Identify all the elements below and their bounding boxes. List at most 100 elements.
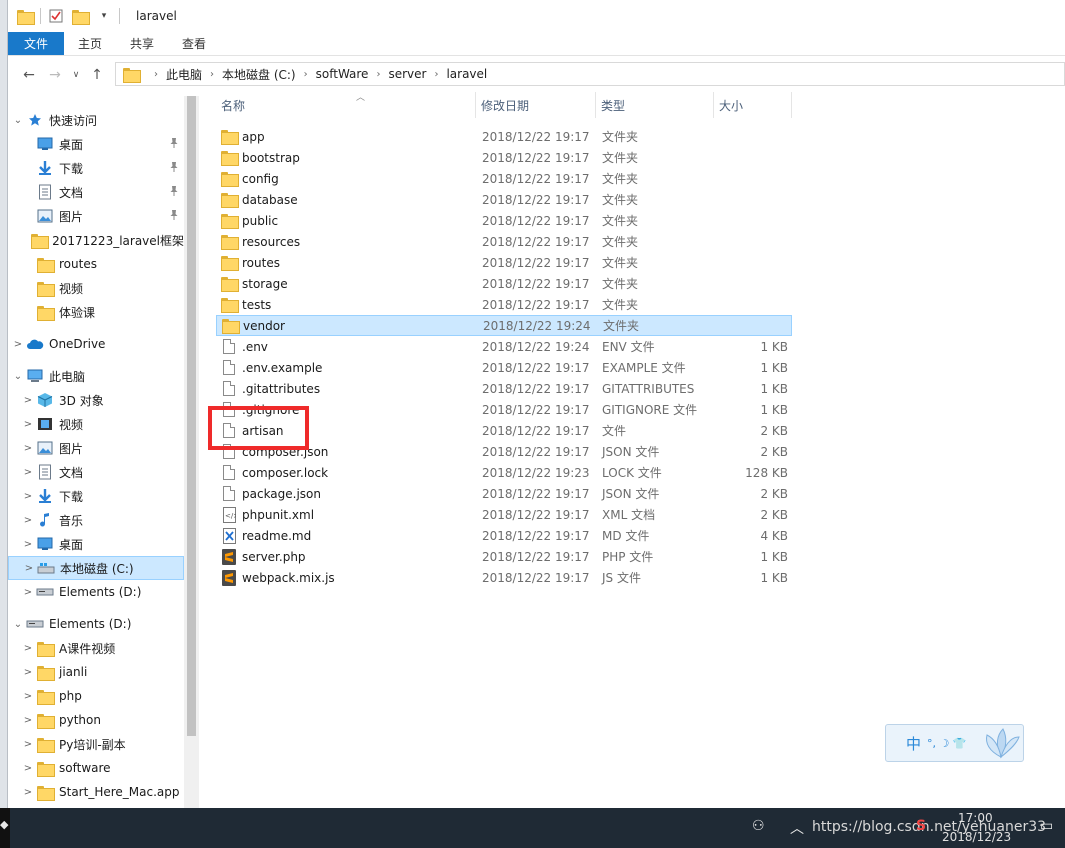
sidebar-item[interactable]: > 桌面 [8, 532, 184, 556]
expand-right-icon[interactable]: > [20, 395, 36, 406]
file-row[interactable]: .env 2018/12/22 19:24 ENV 文件 1 KB [216, 336, 792, 357]
expand-down-icon[interactable]: ⌄ [10, 115, 26, 126]
breadcrumb-this-pc[interactable]: 此电脑 [166, 66, 202, 83]
expand-right-icon[interactable]: > [20, 419, 36, 430]
sidebar-item[interactable]: > 视频 [8, 412, 184, 436]
pin-icon[interactable] [168, 137, 180, 149]
expand-right-icon[interactable]: > [20, 539, 36, 550]
file-row[interactable]: bootstrap 2018/12/22 19:17 文件夹 [216, 147, 792, 168]
customize-dropdown-icon[interactable]: ▾ [95, 7, 113, 25]
sidebar-item[interactable]: > php [8, 684, 184, 708]
expand-right-icon[interactable]: > [20, 691, 36, 702]
expand-right-icon[interactable]: > [20, 715, 36, 726]
file-row[interactable]: app 2018/12/22 19:17 文件夹 [216, 126, 792, 147]
sidebar-item[interactable]: > 音乐 [8, 508, 184, 532]
file-row[interactable]: public 2018/12/22 19:17 文件夹 [216, 210, 792, 231]
sidebar-item[interactable]: ⌄ 此电脑 [8, 364, 184, 388]
file-row[interactable]: tests 2018/12/22 19:17 文件夹 [216, 294, 792, 315]
back-arrow-icon[interactable]: ← [18, 64, 40, 86]
sidebar-item[interactable]: > 图片 [8, 436, 184, 460]
sidebar-item[interactable]: 图片 [8, 204, 184, 228]
sidebar-item[interactable]: > python [8, 708, 184, 732]
column-header-name[interactable]: 名称 [216, 92, 476, 118]
file-row[interactable]: .env.example 2018/12/22 19:17 EXAMPLE 文件 1 … [216, 357, 792, 378]
sidebar-item[interactable]: 桌面 [8, 132, 184, 156]
expand-right-icon[interactable]: > [20, 587, 36, 598]
expand-right-icon[interactable]: > [20, 787, 36, 798]
file-row[interactable]: server.php 2018/12/22 19:17 PHP 文件 1 KB [216, 546, 792, 567]
forward-arrow-icon[interactable]: → [44, 64, 66, 86]
file-row[interactable]: vendor 2018/12/22 19:24 文件夹 [216, 315, 792, 336]
expand-right-icon[interactable]: > [10, 339, 26, 350]
breadcrumb-laravel[interactable]: laravel [446, 67, 487, 81]
sidebar-item[interactable]: > A课件视频 [8, 636, 184, 660]
sidebar-item[interactable]: 文档 [8, 180, 184, 204]
new-folder-icon[interactable] [71, 7, 90, 25]
expand-right-icon[interactable]: > [20, 739, 36, 750]
sidebar-item[interactable]: > Elements (D:) [8, 580, 184, 604]
file-row[interactable]: .gitattributes 2018/12/22 19:17 GITATTRIBU… [216, 378, 792, 399]
sidebar-item[interactable]: > OneDrive [8, 332, 184, 356]
sidebar-item[interactable]: > 文档 [8, 460, 184, 484]
file-row[interactable]: package.json 2018/12/22 19:17 JSON 文件 2 KB [216, 483, 792, 504]
sidebar-item[interactable]: > jianli [8, 660, 184, 684]
pin-icon[interactable] [168, 209, 180, 221]
column-header-size[interactable]: 大小 [714, 92, 792, 118]
expand-right-icon[interactable]: > [20, 763, 36, 774]
expand-right-icon[interactable]: > [20, 443, 36, 454]
recent-locations-icon[interactable]: ∨ [70, 64, 82, 86]
address-bar[interactable]: › 此电脑 › 本地磁盘 (C:) › softWare › server › … [115, 62, 1065, 86]
scrollbar-thumb[interactable] [187, 96, 196, 736]
tab-view[interactable]: 查看 [168, 32, 220, 55]
properties-icon[interactable] [47, 7, 65, 25]
sidebar-item[interactable]: > 本地磁盘 (C:) [8, 556, 184, 580]
sogou-ime-icon[interactable]: S [916, 818, 926, 834]
ime-symbols[interactable]: °, ☽ 👕 [927, 737, 967, 750]
pin-icon[interactable] [168, 185, 180, 197]
sidebar-item[interactable]: > Py培训-副本 [8, 732, 184, 756]
pin-icon[interactable] [168, 161, 180, 173]
sidebar-item[interactable]: > software [8, 756, 184, 780]
people-icon[interactable]: ⚇ [752, 818, 765, 834]
up-arrow-icon[interactable]: ↑ [86, 64, 108, 86]
file-row[interactable]: resources 2018/12/22 19:17 文件夹 [216, 231, 792, 252]
expand-right-icon[interactable]: > [20, 667, 36, 678]
expand-right-icon[interactable]: > [20, 491, 36, 502]
file-row[interactable]: webpack.mix.js 2018/12/22 19:17 JS 文件 1 KB [216, 567, 792, 588]
expand-right-icon[interactable]: > [20, 515, 36, 526]
file-row[interactable]: </> phpunit.xml 2018/12/22 19:17 XML 文档 2 KB [216, 504, 792, 525]
show-hidden-icons-icon[interactable]: ︿ [790, 818, 804, 838]
breadcrumb-local-disk-c[interactable]: 本地磁盘 (C:) [222, 66, 296, 83]
sidebar-item[interactable]: routes [8, 252, 184, 276]
sidebar-item[interactable]: ⌄ Elements (D:) [8, 612, 184, 636]
ime-toolbar[interactable]: 中 °, ☽ 👕 [885, 724, 1024, 762]
sidebar-item[interactable]: 20171223_laravel框架 [8, 228, 184, 252]
file-row[interactable]: routes 2018/12/22 19:17 文件夹 [216, 252, 792, 273]
expand-down-icon[interactable]: ⌄ [10, 371, 26, 382]
expand-down-icon[interactable]: ⌄ [10, 619, 26, 630]
tab-share[interactable]: 共享 [116, 32, 168, 55]
sidebar-item[interactable]: >3D 对象 [8, 388, 184, 412]
sidebar-item[interactable]: 视频 [8, 276, 184, 300]
notification-icon[interactable]: ▭ [1040, 818, 1053, 834]
sidebar-item[interactable]: 体验课 [8, 300, 184, 324]
file-row[interactable]: composer.lock 2018/12/22 19:23 LOCK 文件 128 … [216, 462, 792, 483]
column-header-type[interactable]: 类型 [596, 92, 714, 118]
sidebar-item[interactable]: 下载 [8, 156, 184, 180]
file-row[interactable]: readme.md 2018/12/22 19:17 MD 文件 4 KB [216, 525, 792, 546]
sidebar-item[interactable]: > 下载 [8, 484, 184, 508]
column-header-date[interactable]: 修改日期 [476, 92, 596, 118]
tab-home[interactable]: 主页 [64, 32, 116, 55]
expand-right-icon[interactable]: > [21, 563, 37, 574]
sidebar-item[interactable]: ⌄ 快速访问 [8, 108, 184, 132]
start-icon[interactable]: ◆ [0, 818, 8, 831]
file-row[interactable]: config 2018/12/22 19:17 文件夹 [216, 168, 792, 189]
expand-right-icon[interactable]: > [20, 643, 36, 654]
breadcrumb-server[interactable]: server [388, 67, 426, 81]
expand-right-icon[interactable]: > [20, 467, 36, 478]
sidebar-item[interactable]: > Start_Here_Mac.app [8, 780, 184, 804]
file-row[interactable]: storage 2018/12/22 19:17 文件夹 [216, 273, 792, 294]
ime-mode-label[interactable]: 中 [906, 733, 921, 754]
breadcrumb-software[interactable]: softWare [316, 67, 369, 81]
file-row[interactable]: database 2018/12/22 19:17 文件夹 [216, 189, 792, 210]
